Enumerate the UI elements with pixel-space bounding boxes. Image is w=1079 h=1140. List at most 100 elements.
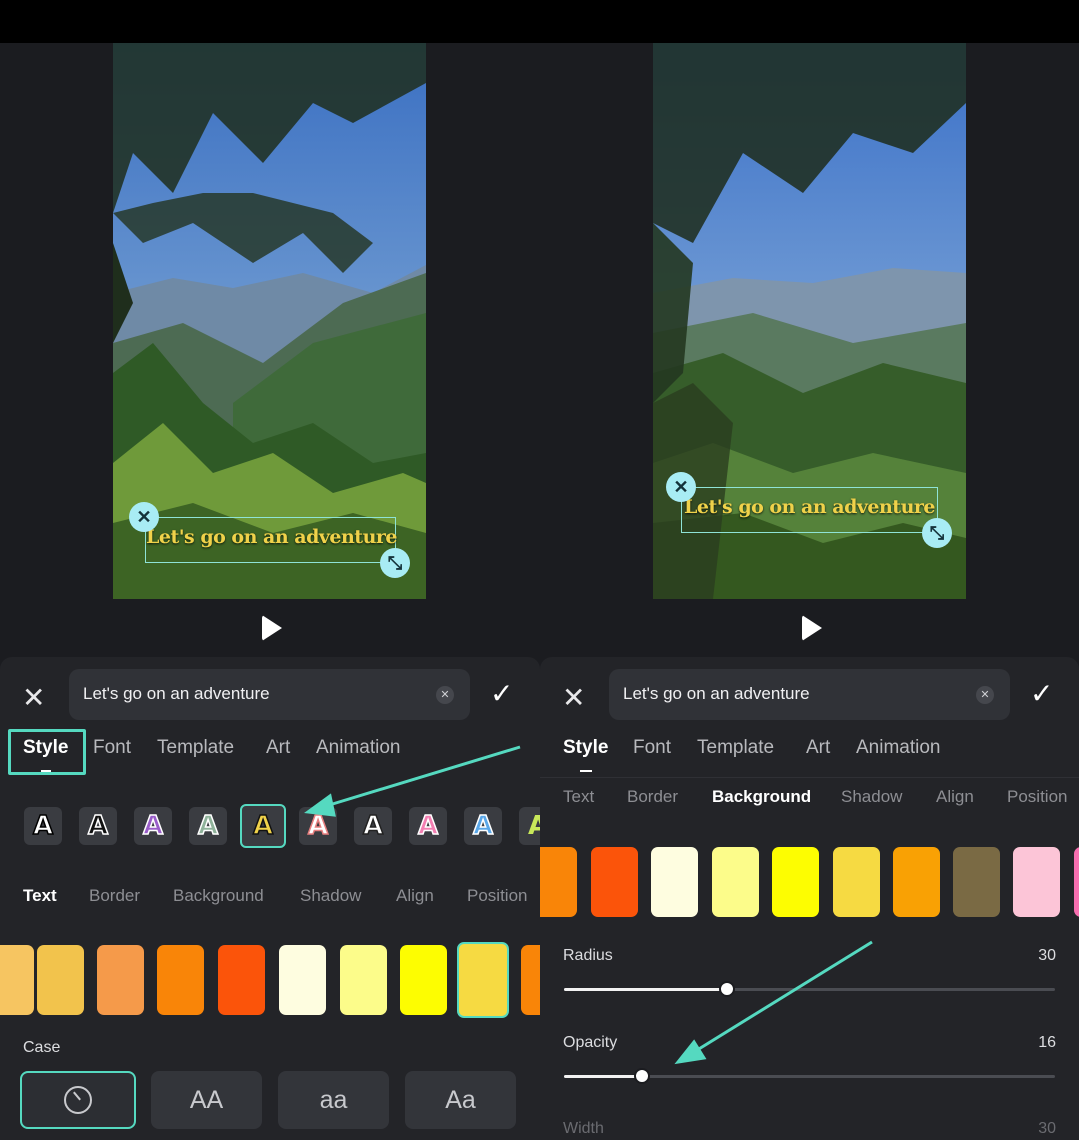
- resize-overlay-handle[interactable]: ⤡: [922, 518, 952, 548]
- color-swatch-selected[interactable]: [457, 942, 509, 1018]
- text-input-field[interactable]: Let's go on an adventure ✕: [69, 669, 470, 720]
- opacity-slider-knob[interactable]: [634, 1068, 650, 1084]
- style-preset[interactable]: A: [464, 807, 502, 845]
- color-swatch[interactable]: [97, 945, 144, 1015]
- color-swatch[interactable]: [893, 847, 940, 917]
- close-editor-button[interactable]: ✕: [562, 681, 585, 714]
- active-tab-indicator: [580, 770, 592, 772]
- opacity-slider-fill: [564, 1075, 642, 1078]
- play-button[interactable]: [802, 615, 822, 641]
- tab-style[interactable]: Style: [563, 737, 608, 759]
- color-swatch[interactable]: [400, 945, 447, 1015]
- style-preset[interactable]: A: [79, 807, 117, 845]
- color-swatch[interactable]: [1013, 847, 1060, 917]
- case-title-button[interactable]: Aa: [405, 1071, 516, 1129]
- style-preset[interactable]: A: [189, 807, 227, 845]
- close-icon: ✕: [136, 506, 152, 527]
- style-preset-selected[interactable]: A: [240, 804, 286, 848]
- style-preset[interactable]: A: [299, 807, 337, 845]
- style-tab-highlight: [8, 729, 86, 775]
- overlay-text: Let's go on an adventure: [684, 496, 936, 518]
- tab-template[interactable]: Template: [697, 737, 774, 759]
- radius-value: 30: [1038, 947, 1056, 964]
- clear-text-button[interactable]: ✕: [976, 686, 994, 704]
- tab-animation[interactable]: Animation: [856, 737, 941, 759]
- subtab-shadow[interactable]: Shadow: [300, 886, 361, 906]
- case-lower-button[interactable]: aa: [278, 1071, 389, 1129]
- tab-template[interactable]: Template: [157, 737, 234, 759]
- case-options: AA aa Aa: [0, 1071, 540, 1135]
- case-label: Case: [23, 1039, 61, 1056]
- subtab-border[interactable]: Border: [627, 787, 678, 807]
- resize-icon: ⤡: [929, 522, 945, 543]
- close-editor-button[interactable]: ✕: [22, 681, 45, 714]
- color-swatch[interactable]: [521, 945, 540, 1015]
- text-color-palette: [0, 942, 540, 1025]
- text-editor-sheet: ✕ Let's go on an adventure ✕ ✓ Style Fon…: [0, 657, 540, 1140]
- landscape-image: [113, 43, 426, 599]
- right-editor-screen: Let's go on an adventure ✕ ⤡ ✕ Let's go …: [540, 43, 1079, 1140]
- subtab-text[interactable]: Text: [563, 787, 594, 807]
- subtab-align[interactable]: Align: [396, 886, 434, 906]
- video-preview[interactable]: [113, 43, 426, 599]
- color-swatch[interactable]: [37, 945, 84, 1015]
- resize-overlay-handle[interactable]: ⤡: [380, 548, 410, 578]
- color-swatch[interactable]: [772, 847, 819, 917]
- color-swatch[interactable]: [591, 847, 638, 917]
- status-bar: [0, 0, 1079, 43]
- color-swatch[interactable]: [340, 945, 387, 1015]
- style-preset[interactable]: A: [134, 807, 172, 845]
- text-input-value: Let's go on an adventure: [623, 684, 810, 703]
- tab-animation[interactable]: Animation: [316, 737, 401, 759]
- no-case-icon: [64, 1086, 92, 1114]
- style-preset[interactable]: A: [24, 807, 62, 845]
- color-swatch[interactable]: [157, 945, 204, 1015]
- color-swatch[interactable]: [833, 847, 880, 917]
- color-swatch[interactable]: [218, 945, 265, 1015]
- play-button[interactable]: [262, 615, 282, 641]
- color-swatch[interactable]: [1074, 847, 1079, 917]
- opacity-value: 16: [1038, 1034, 1056, 1051]
- background-color-palette: [540, 847, 1079, 927]
- subtab-background[interactable]: Background: [712, 787, 811, 807]
- tab-art[interactable]: Art: [266, 737, 290, 759]
- divider: [540, 777, 1079, 778]
- color-swatch[interactable]: [0, 945, 34, 1015]
- delete-overlay-button[interactable]: ✕: [129, 502, 159, 532]
- tab-font[interactable]: Font: [93, 737, 131, 759]
- radius-slider-fill: [564, 988, 727, 991]
- delete-overlay-button[interactable]: ✕: [666, 472, 696, 502]
- subtab-position[interactable]: Position: [1007, 787, 1067, 807]
- subtab-background[interactable]: Background: [173, 886, 264, 906]
- text-overlay-box[interactable]: Let's go on an adventure: [681, 487, 938, 533]
- style-preset[interactable]: A: [519, 807, 540, 845]
- radius-slider-knob[interactable]: [719, 981, 735, 997]
- case-upper-button[interactable]: AA: [151, 1071, 262, 1129]
- confirm-button[interactable]: ✓: [490, 677, 513, 710]
- style-preset[interactable]: A: [354, 807, 392, 845]
- subtab-align[interactable]: Align: [936, 787, 974, 807]
- confirm-button[interactable]: ✓: [1030, 677, 1053, 710]
- color-swatch[interactable]: [712, 847, 759, 917]
- width-value: 30: [1038, 1120, 1056, 1137]
- color-swatch[interactable]: [279, 945, 326, 1015]
- clear-text-button[interactable]: ✕: [436, 686, 454, 704]
- color-swatch[interactable]: [540, 847, 577, 917]
- style-presets-row: A A A A A A A A A A: [0, 804, 540, 848]
- text-input-field[interactable]: Let's go on an adventure ✕: [609, 669, 1010, 720]
- case-none-button[interactable]: [20, 1071, 136, 1129]
- color-swatch[interactable]: [651, 847, 698, 917]
- left-editor-screen: Let's go on an adventure ✕ ⤡ ✕ Let's go …: [0, 43, 540, 1140]
- subtab-text[interactable]: Text: [23, 886, 57, 906]
- close-icon: ✕: [673, 476, 689, 497]
- text-overlay-box[interactable]: Let's go on an adventure: [145, 517, 398, 563]
- tab-font[interactable]: Font: [633, 737, 671, 759]
- subtab-border[interactable]: Border: [89, 886, 140, 906]
- tab-art[interactable]: Art: [806, 737, 830, 759]
- style-preset[interactable]: A: [409, 807, 447, 845]
- resize-icon: ⤡: [387, 552, 403, 573]
- text-input-value: Let's go on an adventure: [83, 684, 270, 703]
- subtab-position[interactable]: Position: [467, 886, 527, 906]
- subtab-shadow[interactable]: Shadow: [841, 787, 902, 807]
- color-swatch[interactable]: [953, 847, 1000, 917]
